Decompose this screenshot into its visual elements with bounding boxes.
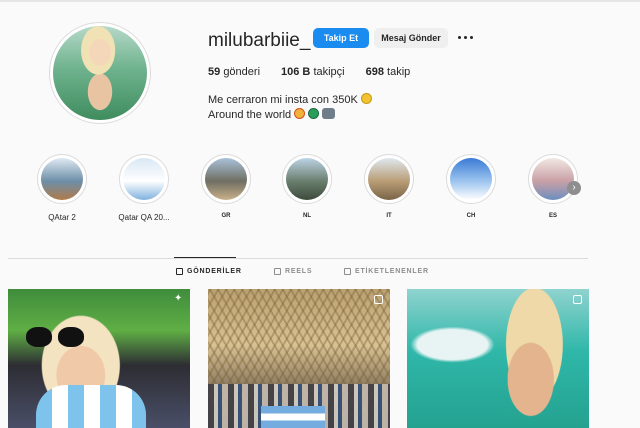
top-border	[0, 0, 640, 2]
highlight-label: QAtar 2	[48, 213, 76, 222]
highlight-cover	[446, 154, 496, 204]
stat-followers[interactable]: 106 B takipçi	[281, 66, 345, 78]
post-thumbnail-1[interactable]: ✦	[8, 289, 190, 428]
bio-line-2: Around the world	[208, 109, 292, 121]
avatar-image	[53, 26, 147, 120]
highlight-cover	[364, 154, 414, 204]
highlight-label: GR	[221, 213, 231, 219]
post-thumbnail-2[interactable]	[208, 289, 390, 428]
follow-button[interactable]: Takip Et	[313, 28, 369, 48]
airplane-emoji-icon	[322, 108, 336, 119]
highlight-cover	[37, 154, 87, 204]
highlight-label: Qatar QA 20...	[118, 213, 170, 222]
highlight-2[interactable]: Qatar QA 20...	[118, 154, 170, 222]
highlight-label: ES	[548, 213, 557, 219]
highlight-label: NL	[303, 213, 311, 219]
highlight-label: IT	[386, 213, 392, 219]
tab-reels[interactable]: REELS	[274, 268, 312, 275]
profile-avatar[interactable]	[49, 22, 151, 124]
tag-icon	[344, 268, 351, 275]
highlight-cover	[282, 154, 332, 204]
tab-tagged[interactable]: ETİKETLENENLER	[344, 268, 429, 275]
stat-posts[interactable]: 59 gönderi	[208, 66, 260, 78]
grid-icon	[176, 268, 183, 275]
chevron-right-icon[interactable]: ›	[567, 181, 581, 195]
profile-username: milubarbiie_	[208, 30, 311, 51]
pinned-post-icon: ✦	[174, 293, 183, 304]
highlight-4[interactable]: NL	[281, 154, 333, 219]
tabs-divider	[8, 258, 588, 259]
highlight-cover	[201, 154, 251, 204]
stat-following[interactable]: 698 takip	[366, 66, 411, 78]
multiple-photos-icon	[374, 295, 383, 304]
highlight-label: CH	[466, 213, 476, 219]
post-thumbnail-3[interactable]	[407, 289, 589, 428]
bio-line-1: Me cerraron mi insta con 350K	[208, 94, 358, 106]
highlight-6[interactable]: CH	[445, 154, 497, 219]
globe-emoji-icon	[308, 108, 320, 119]
reels-icon	[274, 268, 281, 275]
heart-eyes-emoji-icon	[294, 108, 306, 119]
highlight-1[interactable]: QAtar 2	[36, 154, 88, 222]
multiple-photos-icon	[573, 295, 582, 304]
sad-face-emoji-icon	[360, 93, 372, 104]
tab-posts[interactable]: GÖNDERİLER	[176, 268, 242, 275]
active-tab-indicator	[174, 257, 236, 258]
profile-bio: Me cerraron mi insta con 350K Around the…	[208, 93, 372, 123]
send-message-button[interactable]: Mesaj Gönder	[374, 28, 448, 48]
more-options-icon[interactable]	[457, 31, 475, 45]
highlight-cover	[528, 154, 578, 204]
highlight-cover	[119, 154, 169, 204]
highlight-5[interactable]: IT	[363, 154, 415, 219]
profile-stats: 59 gönderi 106 B takipçi 698 takip	[208, 66, 410, 78]
highlight-3[interactable]: GR	[200, 154, 252, 219]
